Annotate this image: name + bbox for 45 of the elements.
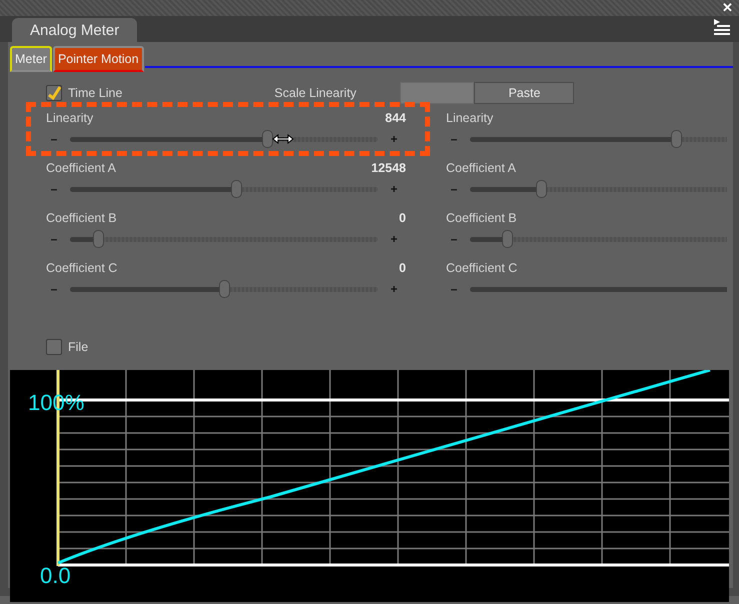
scale-linearity-label: Scale Linearity <box>274 86 358 100</box>
slider-label: Linearity <box>46 111 94 125</box>
decrease-button[interactable]: – <box>446 231 462 247</box>
slider-thumb[interactable] <box>536 180 547 198</box>
decrease-button[interactable]: – <box>446 181 462 197</box>
increase-button[interactable]: + <box>386 231 402 247</box>
slider-label: Coefficient B <box>446 211 517 225</box>
input-field[interactable] <box>400 82 474 104</box>
resize-cursor-icon <box>272 134 294 144</box>
slider-label: Coefficient C <box>446 261 518 275</box>
checkbox[interactable] <box>46 339 62 355</box>
slider-thumb[interactable] <box>262 130 274 148</box>
slider-value: 0 <box>399 211 406 225</box>
slider-value: 12548 <box>371 161 406 175</box>
panel-tab[interactable]: Analog Meter <box>12 18 138 42</box>
decrease-button[interactable]: – <box>46 231 62 247</box>
increase-button[interactable]: + <box>386 131 402 147</box>
menu-icon[interactable] <box>713 18 731 38</box>
paste-button[interactable]: Paste <box>474 82 574 104</box>
decrease-button[interactable]: – <box>446 131 462 147</box>
close-button[interactable]: ✕ <box>722 1 733 15</box>
slider-label: Coefficient B <box>46 211 117 225</box>
checkbox-label: File <box>68 340 88 354</box>
decrease-button[interactable]: – <box>446 281 462 297</box>
checkbox-label: Time Line <box>68 86 122 100</box>
slider-thumb[interactable] <box>671 130 682 148</box>
tab[interactable]: Pointer Motion <box>52 46 144 72</box>
decrease-button[interactable]: – <box>46 181 62 197</box>
tab[interactable]: Meter <box>10 46 52 72</box>
slider-label: Coefficient C <box>46 261 118 275</box>
decrease-button[interactable]: – <box>46 131 62 147</box>
axis-label: 0.0 <box>40 563 71 589</box>
slider-value: 0 <box>399 261 406 275</box>
checkbox[interactable] <box>46 85 62 101</box>
slider-thumb[interactable] <box>219 280 230 298</box>
slider-thumb[interactable] <box>231 180 242 198</box>
decrease-button[interactable]: – <box>46 281 62 297</box>
slider-value: 844 <box>385 111 406 125</box>
slider-label: Coefficient A <box>446 161 516 175</box>
increase-button[interactable]: + <box>386 181 402 197</box>
slider-thumb[interactable] <box>92 230 104 248</box>
slider-thumb[interactable] <box>502 230 513 248</box>
increase-button[interactable]: + <box>386 281 402 297</box>
slider-label: Coefficient A <box>46 161 116 175</box>
slider-label: Linearity <box>446 111 494 125</box>
